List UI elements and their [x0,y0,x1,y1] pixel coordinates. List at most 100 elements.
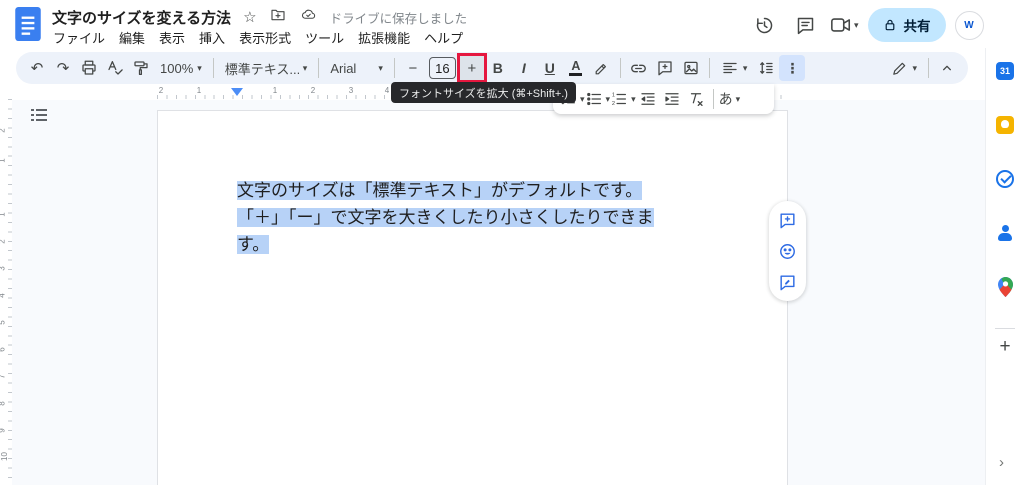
share-button[interactable]: 共有 [868,8,946,42]
indent-marker-icon[interactable] [231,88,243,96]
decrease-font-size-button[interactable]: − [400,55,426,81]
document-text-line[interactable]: 「＋」「ー」で文字を大きくしたり小さくしたりできま [237,204,777,231]
spell-check-button[interactable] [102,55,128,81]
menu-item[interactable]: ツール [298,28,351,47]
menu-item[interactable]: 編集 [112,28,152,47]
increase-font-size-button[interactable]: + [459,55,485,81]
keep-app-button[interactable] [990,110,1020,140]
editing-mode-select[interactable]: ▾ [885,55,923,81]
menu-item[interactable]: 挿入 [192,28,232,47]
add-comment-button[interactable] [652,55,678,81]
open-comments-button[interactable] [789,9,821,41]
cloud-saved-icon[interactable] [299,7,318,27]
zoom-select[interactable]: 100% ▾ [154,55,208,81]
ruler-number: 3 [349,86,353,95]
document-text-line[interactable]: す。 [237,231,777,258]
menu-item[interactable]: 表示形式 [232,28,298,47]
italic-button[interactable]: I [511,55,537,81]
menu-item[interactable]: ファイル [46,28,112,47]
decrease-indent-button[interactable] [636,87,660,111]
move-folder-icon[interactable] [269,7,287,28]
maps-app-button[interactable] [990,272,1020,302]
toolbar-divider [318,58,319,78]
menu-item[interactable]: 拡張機能 [351,28,417,47]
selected-text: 文字のサイズは「標準テキスト」がデフォルトです。 [237,181,642,200]
tasks-app-button[interactable] [990,164,1020,194]
show-side-panel-button[interactable]: › [999,454,1004,471]
bold-icon: B [493,61,503,75]
italic-icon: I [522,61,526,75]
font-size-input[interactable]: 16 [429,57,456,79]
chevron-down-icon: ▾ [378,64,383,73]
bold-button[interactable]: B [485,55,511,81]
highlighter-icon [593,60,610,77]
margin-action-pill [769,201,806,301]
ruler-number: 2 [0,128,7,132]
print-button[interactable] [76,55,102,81]
chevron-down-icon[interactable]: ▾ [854,21,859,30]
chevron-down-icon: ▾ [303,64,308,73]
menu-bar: ファイル編集表示挿入表示形式ツール拡張機能ヘルプ [46,28,470,46]
text-color-button[interactable]: A [563,55,589,81]
account-avatar[interactable]: W [955,11,984,40]
numbered-list-button[interactable]: 12 ▾ [610,90,636,108]
ruler-number: 2 [311,86,315,95]
paragraph-style-select[interactable]: 標準テキス... ▾ [219,55,314,81]
redo-button[interactable]: ↷ [50,55,76,81]
align-select[interactable]: ▾ [715,55,754,81]
keep-icon [996,116,1014,134]
google-docs-app: 文字のサイズは「標準テキスト」がデフォルトです。「＋」「ー」で文字を大きくしたり… [0,0,1024,485]
link-icon [629,59,648,78]
document-title[interactable]: 文字のサイズを変える方法 [52,7,231,28]
suggest-edits-button[interactable] [776,270,800,294]
add-comment-margin-button[interactable] [776,208,800,232]
add-emoji-reaction-button[interactable] [776,239,800,263]
more-options-button[interactable]: ⋮ [779,55,805,81]
font-family-select[interactable]: Arial ▾ [324,55,389,81]
document-page[interactable] [157,110,788,485]
bulleted-list-button[interactable]: ▾ [585,90,611,108]
selected-text: 「＋」「ー」で文字を大きくしたり小さくしたりできま [237,208,654,227]
outdent-icon [639,90,657,108]
insert-link-button[interactable] [626,55,652,81]
title-row: 文字のサイズを変える方法 ☆ ドライブに保存しました [52,6,467,28]
chevron-up-icon [939,60,955,76]
undo-icon: ↶ [31,61,44,76]
underline-button[interactable]: U [537,55,563,81]
google-docs-logo[interactable] [15,7,41,46]
get-addons-button[interactable]: + [999,337,1010,356]
highlight-color-button[interactable] [589,55,615,81]
show-outline-button[interactable] [28,106,50,128]
hide-menus-button[interactable] [934,55,960,81]
ruler-number: 1 [0,212,7,216]
menu-item[interactable]: ヘルプ [417,28,470,47]
main-toolbar: ↶ ↷ 100% ▾ 標準テキス... ▾ Arial ▾ − 16 + [16,52,968,84]
menu-item[interactable]: 表示 [152,28,192,47]
document-text: 文字のサイズは「標準テキスト」がデフォルトです。「＋」「ー」で文字を大きくしたり… [237,177,777,258]
print-icon [80,59,98,77]
tasks-icon [996,170,1014,188]
input-tools-button[interactable]: あ ▾ [719,89,741,109]
side-panel-rail: 31 + › [985,48,1024,485]
clear-formatting-button[interactable] [684,87,708,111]
bulleted-list-icon [585,90,603,108]
star-icon[interactable]: ☆ [243,10,256,25]
zoom-value: 100% [160,61,193,76]
increase-indent-button[interactable] [660,87,684,111]
line-spacing-button[interactable] [753,55,779,81]
version-history-button[interactable] [748,9,780,41]
vertical-ruler[interactable]: 2112345678910 [0,99,12,485]
insert-image-button[interactable] [678,55,704,81]
comment-add-icon [656,59,674,77]
saved-status[interactable]: ドライブに保存しました [330,8,468,27]
undo-button[interactable]: ↶ [24,55,50,81]
paint-format-button[interactable] [128,55,154,81]
align-left-icon [721,59,739,77]
line-spacing-icon [757,59,775,77]
calendar-app-button[interactable]: 31 [990,56,1020,86]
join-call-button[interactable]: ▾ [830,16,859,34]
contacts-app-button[interactable] [990,218,1020,248]
chevron-down-icon: ▾ [743,64,748,73]
document-text-line[interactable]: 文字のサイズは「標準テキスト」がデフォルトです。 [237,177,777,204]
history-icon [754,15,775,36]
